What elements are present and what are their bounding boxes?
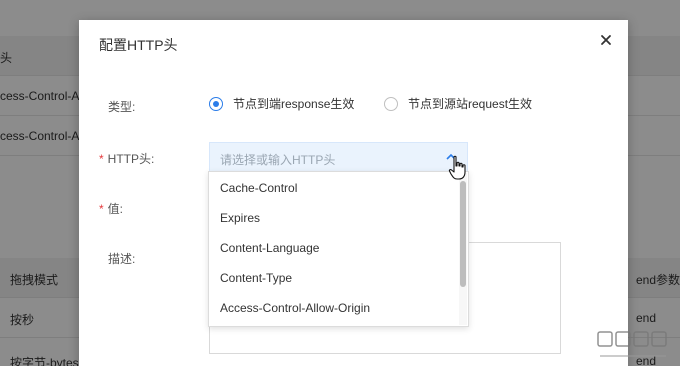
radio-checked-icon — [209, 96, 223, 111]
dropdown-scrollbar-thumb[interactable] — [460, 181, 466, 287]
radio-unchecked-icon — [384, 96, 398, 111]
hand-pointer-icon — [448, 155, 466, 180]
config-http-header-dialog: 配置HTTP头 类型: 节点到端response生效 节点到源站request生… — [79, 20, 628, 366]
watermark-logo-icon — [597, 331, 667, 357]
select-placeholder: 请选择或输入HTTP头 — [220, 153, 336, 167]
dropdown-option-expires[interactable]: Expires — [220, 211, 260, 225]
radio-request[interactable]: 节点到源站request生效 — [384, 95, 532, 112]
http-header-label-text: HTTP头: — [107, 152, 155, 166]
dropdown-option-cache-control[interactable]: Cache-Control — [220, 181, 297, 195]
desc-label: 描述: — [108, 252, 136, 266]
dialog-title: 配置HTTP头 — [99, 37, 178, 53]
required-mark: * — [99, 152, 104, 166]
http-header-label: * HTTP头: — [99, 150, 154, 167]
dropdown-option-content-type[interactable]: Content-Type — [220, 271, 292, 285]
type-label: 类型: — [108, 100, 136, 114]
value-label: * 值: — [99, 200, 123, 217]
radio-request-label: 节点到源站request生效 — [408, 97, 533, 111]
close-icon — [601, 35, 611, 45]
dropdown-option-access-control-allow-origin[interactable]: Access-Control-Allow-Origin — [220, 301, 370, 315]
http-header-select[interactable]: 请选择或输入HTTP头 — [209, 142, 468, 172]
required-mark: * — [99, 202, 104, 216]
http-header-dropdown: Cache-Control Expires Content-Language C… — [208, 171, 469, 327]
dropdown-option-content-language[interactable]: Content-Language — [220, 241, 319, 255]
radio-response-label: 节点到端response生效 — [233, 97, 355, 111]
value-label-text: 值: — [107, 202, 124, 216]
close-button[interactable] — [598, 32, 614, 48]
radio-response[interactable]: 节点到端response生效 — [209, 95, 354, 112]
